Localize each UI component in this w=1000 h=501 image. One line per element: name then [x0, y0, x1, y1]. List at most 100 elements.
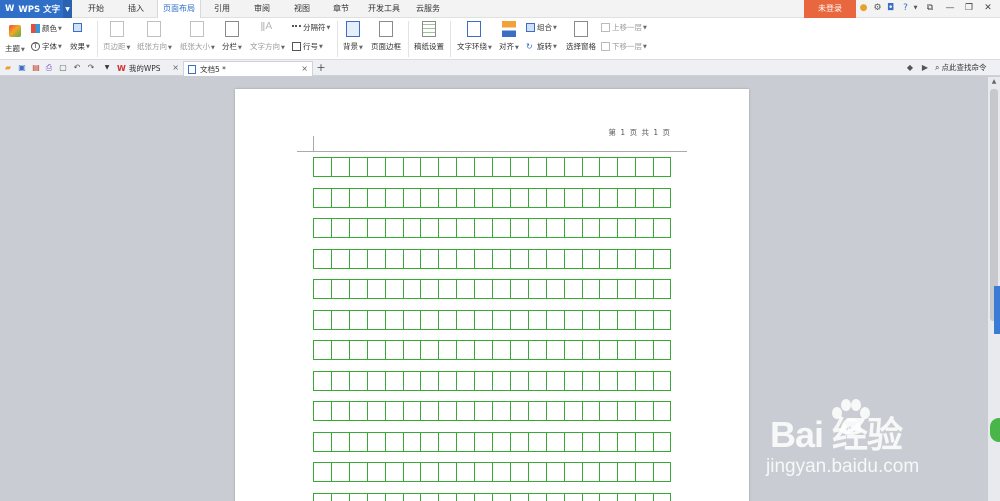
tab-view[interactable]: 视图	[286, 0, 318, 18]
grid-cell-divider	[545, 188, 547, 207]
align-button[interactable]: 对齐▼	[499, 21, 519, 52]
tab-insert[interactable]: 插入	[120, 0, 152, 18]
font-button[interactable]: T 字体 ▼	[31, 41, 62, 52]
tab-references[interactable]: 引用	[206, 0, 238, 18]
tab-developer[interactable]: 开发工具	[364, 0, 404, 18]
redo-icon[interactable]: ↷	[86, 63, 96, 73]
page-header-text: 第 1 页 共 1 页	[608, 128, 671, 137]
separator-button[interactable]: 分隔符 ▼	[292, 22, 330, 33]
restore-window-icon[interactable]: ⧉	[922, 1, 938, 16]
app-menu-button[interactable]: W WPS 文字 ▼	[0, 0, 72, 18]
grid-row	[313, 462, 671, 482]
grid-cell-divider	[599, 310, 601, 329]
grid-cell-divider	[599, 341, 601, 359]
bring-forward-button[interactable]: 上移一层 ▼	[601, 22, 647, 33]
grid-cell-divider	[563, 158, 565, 176]
grid-cell-divider	[635, 158, 637, 176]
grid-cell-divider	[545, 310, 547, 329]
color-button[interactable]: 颜色 ▼	[31, 23, 62, 34]
settings-icon[interactable]: ⚙	[872, 3, 883, 14]
grid-cell-divider	[330, 219, 332, 237]
tab-home[interactable]: 开始	[80, 0, 112, 18]
rotate-button[interactable]: ↻ 旋转 ▼	[526, 41, 557, 52]
grid-cell-divider	[384, 371, 386, 390]
divider	[337, 21, 338, 57]
grid-row	[313, 218, 671, 238]
selection-pane-button[interactable]: 选择窗格	[566, 21, 596, 52]
margin-label: 页边距	[103, 42, 126, 51]
pin-icon[interactable]: ◆	[905, 63, 915, 73]
flag-icon[interactable]: ▶	[920, 63, 930, 73]
tab-document[interactable]: 文档5 * ×	[183, 61, 313, 76]
command-search[interactable]: ⌕ 点此查找命令	[935, 62, 986, 73]
draft-paper-button[interactable]: 稿纸设置	[414, 21, 444, 52]
print-preview-icon[interactable]: ▢	[58, 63, 68, 73]
text-wrap-button[interactable]: 文字环绕▼	[457, 21, 492, 52]
grid-cell-divider	[617, 341, 619, 359]
close-icon[interactable]: ✕	[980, 1, 996, 16]
save-icon[interactable]: ▣	[17, 63, 27, 73]
side-panel-toggle[interactable]	[994, 286, 1000, 334]
grid-cell-divider	[527, 432, 529, 451]
tab-my-wps[interactable]: W 我的WPS ×	[113, 61, 183, 76]
grid-cell-divider	[456, 219, 458, 237]
effect-swatch-button[interactable]	[73, 23, 84, 32]
grid-cell-divider	[366, 371, 368, 390]
floating-assistant-button[interactable]	[990, 418, 1000, 442]
chevron-down-icon[interactable]: ▼	[102, 63, 112, 73]
paper-size-button[interactable]: 纸张大小▼	[180, 21, 215, 52]
grid-cell-divider	[330, 341, 332, 359]
line-number-button[interactable]: 行号 ▼	[292, 41, 323, 52]
separator-label: 分隔符	[303, 23, 326, 32]
close-tab-icon[interactable]: ×	[172, 63, 179, 72]
tab-chapter[interactable]: 章节	[325, 0, 357, 18]
grid-cell-divider	[438, 249, 440, 268]
share-icon[interactable]: ◘	[885, 3, 896, 14]
group-button[interactable]: 组合 ▼	[526, 22, 557, 33]
orientation-button[interactable]: 纸张方向▼	[137, 21, 172, 52]
grid-cell-divider	[527, 310, 529, 329]
grid-cell-divider	[617, 432, 619, 451]
tab-review[interactable]: 审阅	[246, 0, 278, 18]
grid-cell-divider	[545, 432, 547, 451]
grid-cell-divider	[581, 463, 583, 481]
margin-button[interactable]: 页边距▼	[103, 21, 130, 52]
skin-icon[interactable]: ●	[858, 3, 869, 14]
document-page[interactable]: 第 1 页 共 1 页	[235, 89, 749, 501]
maximize-icon[interactable]: ❐	[961, 1, 977, 16]
align-label: 对齐	[499, 42, 514, 51]
tab-page-layout[interactable]: 页面布局	[157, 0, 201, 19]
theme-button[interactable]: 主题▼	[5, 21, 25, 54]
grid-cell-divider	[635, 249, 637, 268]
grid-cell-divider	[402, 219, 404, 237]
minimize-icon[interactable]: —	[942, 1, 958, 16]
chevron-down-icon[interactable]: ▼	[63, 0, 72, 18]
grid-cell-divider	[384, 402, 386, 420]
grid-cell-divider	[438, 341, 440, 359]
grid-cell-divider	[438, 402, 440, 420]
add-tab-icon[interactable]: +	[316, 62, 326, 73]
background-button[interactable]: 背景▼	[343, 21, 363, 52]
grid-cell-divider	[474, 371, 476, 390]
grid-cell-divider	[563, 219, 565, 237]
effect-button[interactable]: 效果 ▼	[70, 41, 90, 52]
send-backward-button[interactable]: 下移一层 ▼	[601, 41, 647, 52]
tab-cloud[interactable]: 云服务	[410, 0, 446, 18]
scroll-up-icon[interactable]: ▲	[988, 77, 1000, 87]
login-button[interactable]: 未登录	[804, 0, 856, 18]
help-dropdown-icon[interactable]: ▼	[910, 3, 921, 14]
text-direction-button[interactable]: ǁA 文字方向▼	[250, 21, 285, 52]
export-pdf-icon[interactable]: ▤	[31, 63, 41, 73]
page-border-button[interactable]: 页面边框	[371, 21, 401, 52]
grid-cell-divider	[545, 463, 547, 481]
grid-cell-divider	[581, 219, 583, 237]
undo-icon[interactable]: ↶	[72, 63, 82, 73]
print-icon[interactable]: ⎙	[44, 63, 54, 73]
grid-cell-divider	[402, 310, 404, 329]
draft-paper-grid[interactable]	[313, 157, 671, 501]
grid-cell-divider	[348, 219, 350, 237]
grid-cell-divider	[474, 219, 476, 237]
close-tab-icon[interactable]: ×	[301, 64, 308, 73]
columns-button[interactable]: 分栏▼	[222, 21, 242, 52]
open-folder-icon[interactable]: ▰	[3, 63, 13, 73]
